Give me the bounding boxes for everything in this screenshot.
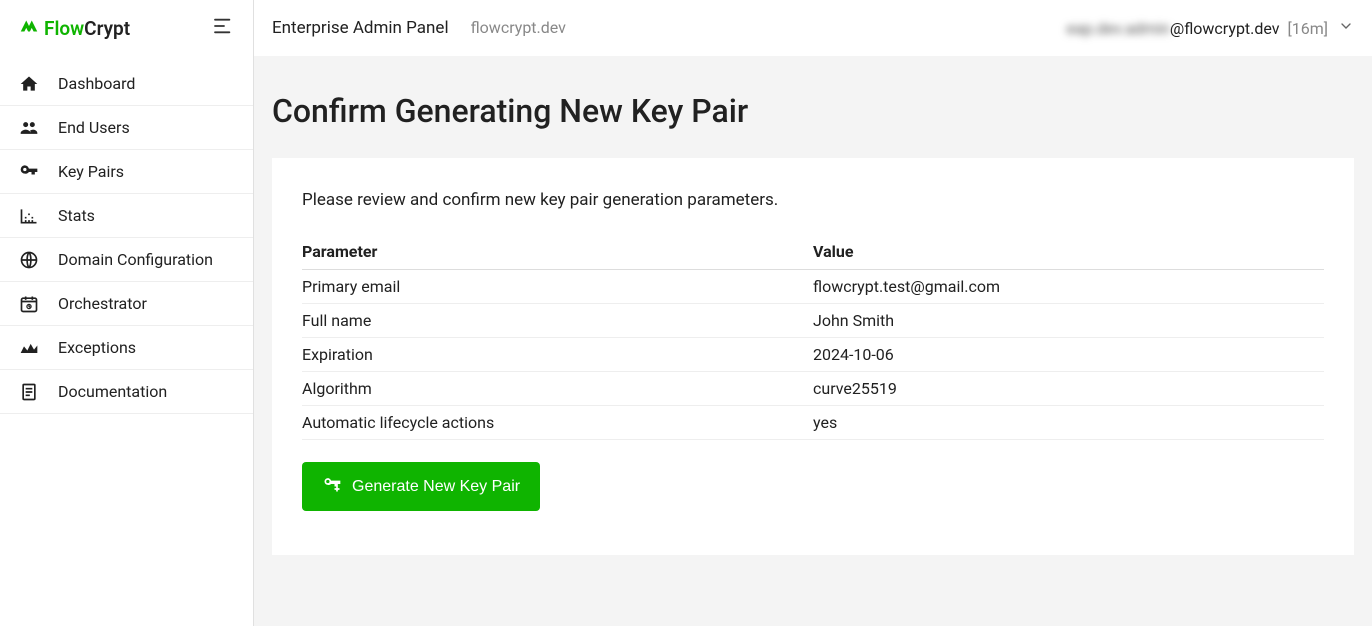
document-icon [18, 381, 40, 403]
sidebar-item-label: Orchestrator [58, 294, 147, 313]
logo-crypt: Crypt [84, 17, 130, 40]
logo-text: FlowCrypt [44, 17, 130, 40]
logo[interactable]: FlowCrypt [18, 15, 130, 41]
value-cell: John Smith [813, 304, 1324, 338]
topbar-domain: flowcrypt.dev [471, 18, 566, 37]
sidebar: FlowCrypt Dashboard End Users Key Pairs Sta… [0, 0, 254, 626]
value-cell: flowcrypt.test@gmail.com [813, 270, 1324, 304]
value-cell: 2024-10-06 [813, 338, 1324, 372]
sidebar-item-label: Stats [58, 206, 95, 225]
users-icon [18, 117, 40, 139]
table-row: Automatic lifecycle actionsyes [302, 406, 1324, 440]
menu-toggle-icon[interactable] [213, 17, 235, 39]
sidebar-item-label: End Users [58, 118, 130, 137]
sidebar-item-end-users[interactable]: End Users [0, 106, 253, 150]
generate-new-key-pair-button[interactable]: Generate New Key Pair [302, 462, 540, 511]
user-session-time: [16m] [1288, 19, 1329, 38]
logo-flow: Flow [44, 17, 84, 40]
exceptions-icon [18, 337, 40, 359]
globe-icon [18, 249, 40, 271]
sidebar-item-key-pairs[interactable]: Key Pairs [0, 150, 253, 194]
home-icon [18, 73, 40, 95]
calendar-icon [18, 293, 40, 315]
key-icon [18, 161, 40, 183]
sidebar-item-label: Documentation [58, 382, 167, 401]
col-parameter: Parameter [302, 234, 813, 270]
param-cell: Algorithm [302, 372, 813, 406]
value-cell: curve25519 [813, 372, 1324, 406]
button-label: Generate New Key Pair [352, 478, 520, 496]
user-domain: @flowcrypt.dev [1170, 19, 1280, 38]
param-cell: Full name [302, 304, 813, 338]
parameters-table: Parameter Value Primary emailflowcrypt.t… [302, 234, 1324, 440]
sidebar-header: FlowCrypt [0, 0, 253, 56]
page-title: Confirm Generating New Key Pair [272, 92, 1354, 130]
table-row: Algorithmcurve25519 [302, 372, 1324, 406]
table-header-row: Parameter Value [302, 234, 1324, 270]
value-cell: yes [813, 406, 1324, 440]
logo-mark-icon [18, 15, 40, 41]
topbar-title: Enterprise Admin Panel [272, 18, 449, 38]
table-row: Full nameJohn Smith [302, 304, 1324, 338]
sidebar-item-label: Dashboard [58, 74, 135, 93]
sidebar-item-orchestrator[interactable]: Orchestrator [0, 282, 253, 326]
sidebar-item-label: Key Pairs [58, 162, 124, 181]
sidebar-item-documentation[interactable]: Documentation [0, 370, 253, 414]
col-value: Value [813, 234, 1324, 270]
sidebar-item-exceptions[interactable]: Exceptions [0, 326, 253, 370]
chevron-down-icon [1338, 18, 1354, 38]
confirm-card: Please review and confirm new key pair g… [272, 158, 1354, 555]
user-obscured: eap.dev.admin [1066, 19, 1169, 38]
stats-icon [18, 205, 40, 227]
sidebar-item-stats[interactable]: Stats [0, 194, 253, 238]
topbar: Enterprise Admin Panel flowcrypt.dev eap… [254, 0, 1372, 56]
sidebar-item-label: Domain Configuration [58, 250, 213, 269]
sidebar-item-domain-configuration[interactable]: Domain Configuration [0, 238, 253, 282]
topbar-left: Enterprise Admin Panel flowcrypt.dev [272, 18, 566, 38]
table-row: Expiration2024-10-06 [302, 338, 1324, 372]
sidebar-item-label: Exceptions [58, 338, 136, 357]
table-row: Primary emailflowcrypt.test@gmail.com [302, 270, 1324, 304]
nav: Dashboard End Users Key Pairs Stats Domain C… [0, 62, 253, 414]
param-cell: Primary email [302, 270, 813, 304]
content: Confirm Generating New Key Pair Please r… [254, 56, 1372, 626]
main: Enterprise Admin Panel flowcrypt.dev eap… [254, 0, 1372, 626]
user-menu[interactable]: eap.dev.admin@flowcrypt.dev [16m] [1066, 18, 1354, 38]
user-label: eap.dev.admin@flowcrypt.dev [16m] [1066, 19, 1328, 38]
param-cell: Expiration [302, 338, 813, 372]
key-add-icon [322, 474, 342, 499]
sidebar-item-dashboard[interactable]: Dashboard [0, 62, 253, 106]
card-intro: Please review and confirm new key pair g… [302, 190, 1324, 210]
param-cell: Automatic lifecycle actions [302, 406, 813, 440]
